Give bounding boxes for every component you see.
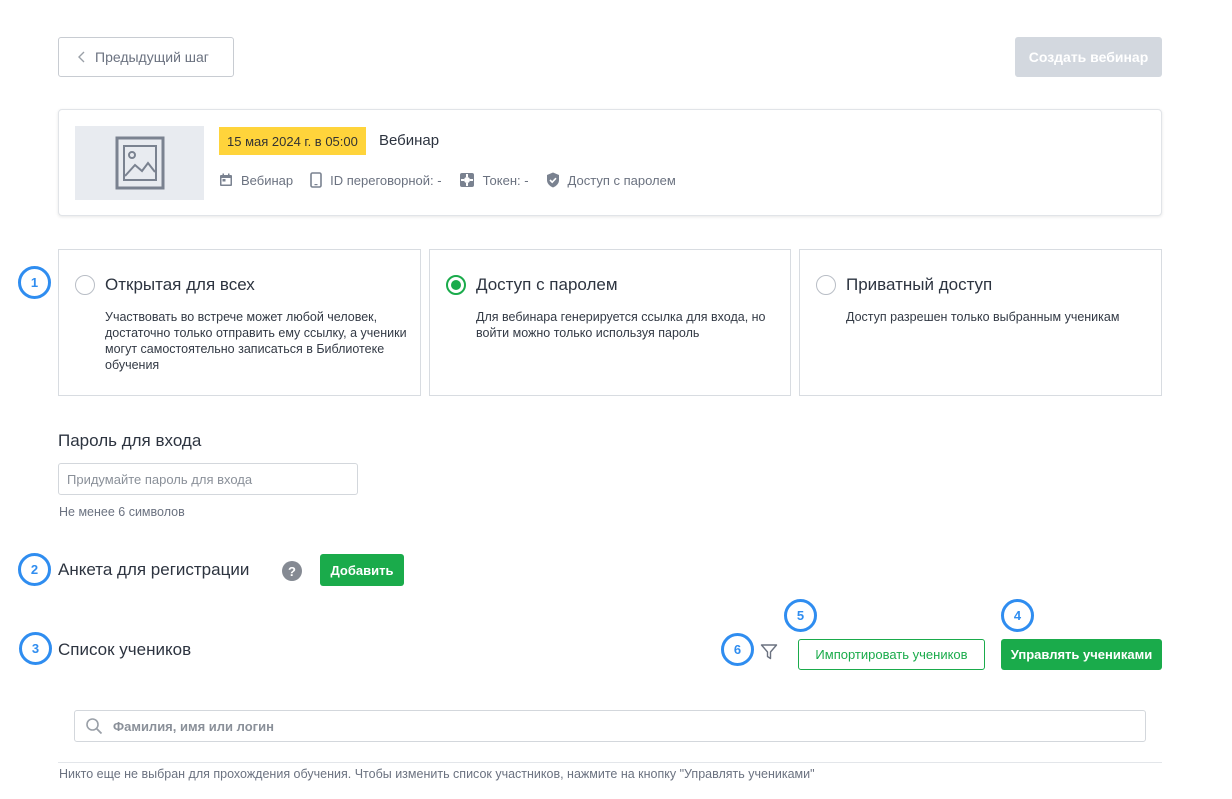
access-option-title: Приватный доступ [846, 275, 993, 294]
event-title: Вебинар [379, 132, 440, 149]
image-placeholder-icon [115, 136, 164, 190]
access-option-description: Для вебинара генерируется ссылка для вхо… [476, 310, 766, 340]
calendar-icon [220, 173, 232, 186]
access-option-title: Доступ с паролем [476, 275, 618, 294]
import-students-button[interactable]: Импортировать учеников [798, 639, 985, 670]
chevron-left-icon [78, 51, 85, 63]
students-search-input[interactable] [113, 718, 1013, 734]
filter-icon[interactable] [760, 643, 778, 661]
meta-token: Токен: - [459, 172, 529, 188]
access-option-description: Участвовать во встрече может любой челов… [105, 310, 407, 372]
access-option-description: Доступ разрешен только выбранным ученика… [846, 310, 1120, 324]
search-icon [86, 718, 103, 735]
students-list-label: Список учеников [58, 640, 192, 659]
event-thumbnail [75, 126, 204, 200]
previous-step-label: Предыдущий шаг [95, 49, 209, 65]
access-option-password[interactable]: Доступ с паролем Для вебинара генерирует… [429, 249, 791, 396]
meta-access: Доступ с паролем [546, 172, 676, 188]
meta-room-id-label: ID переговорной: - [330, 172, 442, 188]
help-icon[interactable]: ? [282, 561, 302, 581]
shield-check-icon [546, 172, 559, 188]
meta-access-label: Доступ с паролем [567, 172, 676, 188]
event-card: 15 мая 2024 г. в 05:00 Вебинар Вебинар I… [58, 109, 1162, 216]
access-option-title: Открытая для всех [105, 275, 255, 294]
previous-step-button[interactable]: Предыдущий шаг [58, 37, 234, 77]
empty-students-note: Никто еще не выбран для прохождения обуч… [59, 767, 815, 781]
step-marker-4: 4 [1001, 599, 1034, 632]
students-search[interactable] [74, 710, 1146, 742]
step-marker-6: 6 [721, 633, 754, 666]
password-label: Пароль для входа [58, 431, 202, 450]
step-marker-2: 2 [18, 553, 51, 586]
meta-type-label: Вебинар [241, 172, 294, 188]
event-meta: Вебинар ID переговорной: - Токен: - Дост… [219, 172, 693, 188]
meta-type: Вебинар [219, 173, 293, 188]
radio-open[interactable] [75, 275, 95, 295]
phone-icon [310, 172, 322, 188]
meta-token-label: Токен: - [482, 172, 529, 188]
access-option-open[interactable]: Открытая для всех Участвовать во встрече… [58, 249, 421, 396]
event-date-badge: 15 мая 2024 г. в 05:00 [219, 127, 366, 155]
meta-room-id: ID переговорной: - [310, 172, 442, 188]
password-input[interactable] [58, 463, 358, 495]
manage-students-button[interactable]: Управлять учениками [1001, 639, 1162, 670]
radio-private[interactable] [816, 275, 836, 295]
step-marker-5: 5 [784, 599, 817, 632]
password-hint: Не менее 6 символов [59, 505, 185, 519]
divider [58, 762, 1162, 763]
radio-password[interactable] [446, 275, 466, 295]
step-marker-3: 3 [19, 632, 52, 665]
registration-form-label: Анкета для регистрации [58, 560, 250, 579]
add-registration-button[interactable]: Добавить [320, 554, 404, 586]
token-icon [459, 173, 474, 187]
step-marker-1: 1 [18, 266, 51, 299]
create-webinar-button[interactable]: Создать вебинар [1015, 37, 1162, 77]
access-option-private[interactable]: Приватный доступ Доступ разрешен только … [799, 249, 1162, 396]
